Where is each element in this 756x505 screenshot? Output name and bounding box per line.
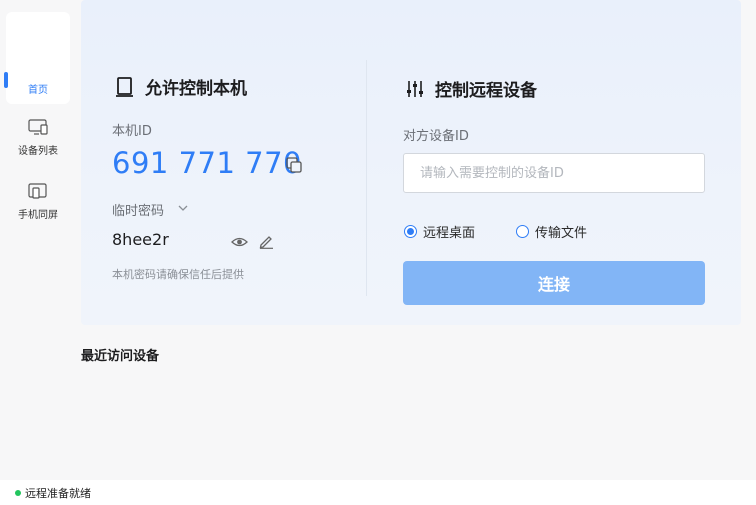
eye-icon[interactable]: [231, 234, 248, 250]
sidebar-item-label: 手机同屏: [18, 210, 58, 221]
temp-password-value: 8hee2r: [112, 230, 169, 249]
chevron-down-icon[interactable]: [176, 201, 190, 215]
card-divider: [366, 60, 367, 296]
copy-icon[interactable]: [286, 157, 302, 173]
local-device-id: 691 771 770: [112, 146, 302, 180]
radio-remote-desktop[interactable]: 远程桌面: [404, 222, 475, 241]
temp-password-label: 临时密码: [112, 204, 165, 219]
recent-devices-title: 最近访问设备: [81, 349, 160, 364]
local-id-label: 本机ID: [112, 124, 152, 139]
status-bar: 远程准备就绪: [0, 480, 756, 505]
status-dot-icon: [15, 489, 21, 496]
radio-dot: [404, 225, 417, 238]
sidebar-item-label: 设备列表: [18, 146, 58, 157]
allow-control-title: 允许控制本机: [115, 74, 247, 99]
remote-control-title: 控制远程设备: [405, 76, 537, 101]
edit-icon[interactable]: [258, 233, 274, 249]
sidebar-item-devices[interactable]: 设备列表: [6, 118, 70, 157]
sidebar-item-home[interactable]: 首页: [4, 12, 70, 104]
peer-id-input[interactable]: [403, 153, 705, 193]
device-icon: [116, 76, 133, 97]
radio-label: 远程桌面: [423, 226, 476, 241]
sidebar-item-phone-mirror[interactable]: 手机同屏: [6, 182, 70, 221]
phone-mirror-icon: [28, 183, 47, 199]
section-title-text: 允许控制本机: [145, 79, 247, 99]
radio-file-transfer[interactable]: 传输文件: [516, 222, 587, 241]
section-title-text: 控制远程设备: [435, 81, 537, 101]
connect-button[interactable]: 连接: [403, 261, 705, 305]
peer-id-label: 对方设备ID: [403, 129, 469, 144]
sidebar-item-label: 首页: [28, 85, 48, 96]
monitor-icon: [28, 119, 48, 135]
status-text: 远程准备就绪: [25, 486, 91, 500]
radio-label: 传输文件: [535, 226, 588, 241]
sidebar: 首页 设备列表 手机同屏: [0, 0, 76, 480]
sliders-icon: [407, 80, 423, 97]
password-hint: 本机密码请确保信任后提供: [112, 268, 244, 281]
radio-dot: [516, 225, 529, 238]
active-indicator: [4, 72, 8, 88]
